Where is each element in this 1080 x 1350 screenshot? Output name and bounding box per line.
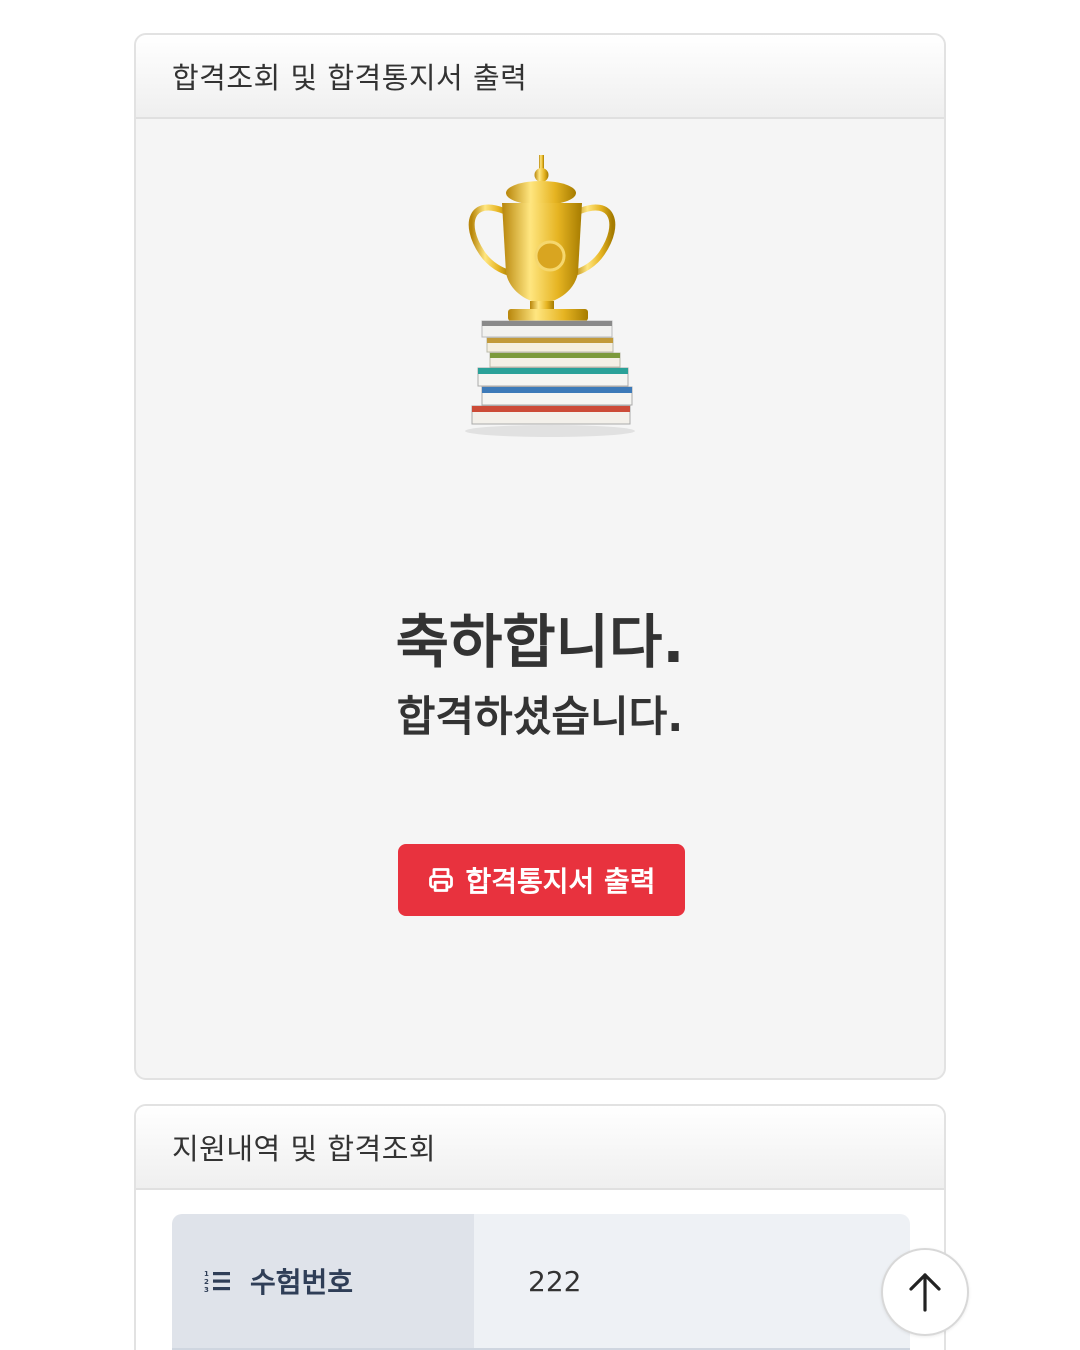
table-row: 1 2 3 수험번호 222 [172,1214,910,1350]
exam-number-label-cell: 1 2 3 수험번호 [172,1214,474,1348]
print-icon [429,868,454,892]
scroll-top-button[interactable] [881,1248,969,1336]
result-card: 합격조회 및 합격통지서 출력 축하합니다. 합격하셨습니다. 합격통지서 출력 [134,33,946,1080]
svg-text:3: 3 [204,1286,209,1294]
arrow-up-icon [909,1273,941,1312]
exam-number-label: 수험번호 [250,1266,354,1299]
svg-text:2: 2 [204,1278,209,1286]
congrats-heading: 축하합니다. [395,608,685,676]
print-notice-button[interactable]: 합격통지서 출력 [398,844,685,916]
exam-number-value: 222 [474,1214,910,1348]
print-button-label: 합격통지서 출력 [465,865,656,898]
application-card-header: 지원내역 및 합격조회 [136,1106,944,1190]
application-card: 지원내역 및 합격조회 1 2 3 수험번호 222 [134,1104,946,1350]
result-card-header: 합격조회 및 합격통지서 출력 [136,35,944,119]
trophy-books-image [465,155,635,437]
passed-subheading: 합격하셨습니다. [396,692,684,741]
ordered-list-icon: 1 2 3 [204,1270,230,1294]
svg-text:1: 1 [204,1270,209,1278]
